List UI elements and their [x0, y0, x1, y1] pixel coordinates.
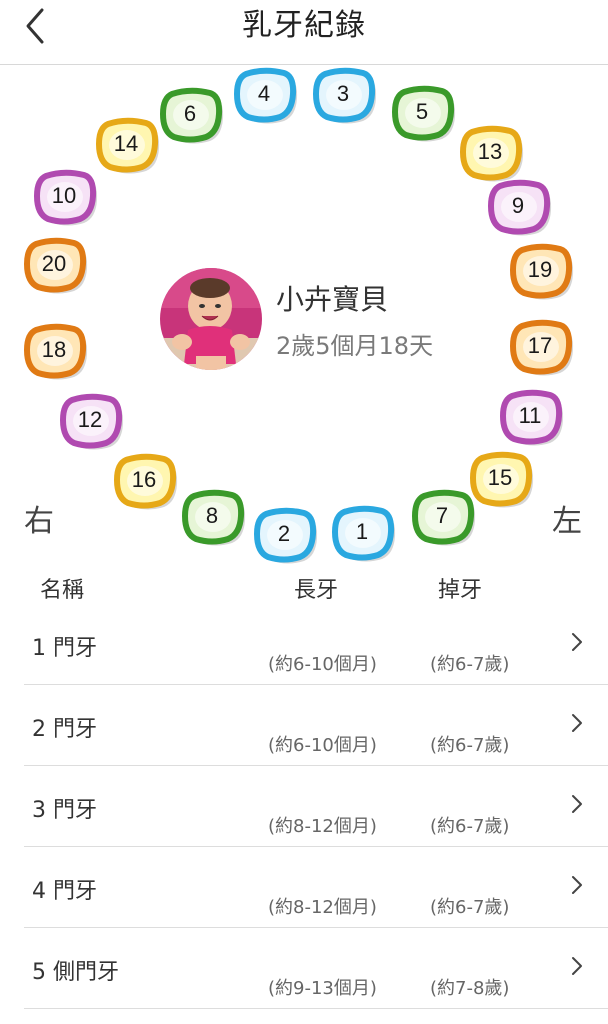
- tooth-number: 17: [527, 333, 553, 358]
- left-side-label: 左: [552, 504, 582, 539]
- page-title: 乳牙紀錄: [242, 8, 366, 43]
- tooth-11[interactable]: 11: [499, 389, 566, 448]
- loss-age: (約6-7歲): [430, 735, 510, 756]
- tooth-number: 11: [518, 403, 542, 428]
- growth-age: (約8-12個月): [268, 816, 377, 837]
- top-bar: 乳牙紀錄: [0, 0, 608, 65]
- tooth-18[interactable]: 18: [23, 323, 90, 382]
- list-item[interactable]: 1 門牙 (約6-10個月) (約6-7歲): [24, 604, 608, 685]
- tooth-number: 2: [277, 521, 291, 546]
- chevron-right-icon: [572, 795, 582, 813]
- loss-age: (約6-7歲): [430, 654, 510, 675]
- tooth-number: 16: [131, 467, 157, 492]
- tooth-17[interactable]: 17: [509, 319, 576, 378]
- baby-photo-icon: [160, 268, 262, 370]
- tooth-number: 7: [435, 503, 449, 528]
- tooth-5[interactable]: 5: [391, 85, 458, 144]
- tooth-number: 8: [205, 503, 219, 528]
- tooth-19[interactable]: 19: [509, 243, 576, 302]
- tooth-number: 10: [51, 183, 77, 208]
- tooth-14[interactable]: 14: [95, 117, 162, 176]
- chevron-right-icon: [572, 714, 582, 732]
- list-item[interactable]: 3 門牙 (約8-12個月) (約6-7歲): [24, 766, 608, 847]
- tooth-number: 15: [487, 465, 513, 490]
- tooth-name: 4 門牙: [32, 879, 97, 904]
- tooth-number: 4: [257, 81, 271, 106]
- tooth-12[interactable]: 12: [59, 393, 126, 452]
- tooth-20[interactable]: 20: [23, 237, 90, 296]
- tooth-name: 1 門牙: [32, 636, 97, 661]
- growth-age: (約9-13個月): [268, 978, 377, 999]
- tooth-9[interactable]: 9: [487, 179, 554, 238]
- list-item[interactable]: 2 門牙 (約6-10個月) (約6-7歲): [24, 685, 608, 766]
- list-item[interactable]: 4 門牙 (約8-12個月) (約6-7歲): [24, 847, 608, 928]
- tooth-name: 2 門牙: [32, 717, 97, 742]
- tooth-10[interactable]: 10: [33, 169, 100, 228]
- tooth-number: 5: [415, 99, 429, 124]
- tooth-7[interactable]: 7: [411, 489, 478, 548]
- tooth-16[interactable]: 16: [113, 453, 180, 512]
- teeth-chart: 右 左 小卉寶貝 2歲5個月18天 4 3 6 5 14 13 10 9 20 19 18 17 12 1…: [0, 64, 608, 564]
- tooth-number: 1: [355, 519, 369, 544]
- tooth-number: 14: [113, 131, 139, 156]
- tooth-name: 3 門牙: [32, 798, 97, 823]
- growth-age: (約8-12個月): [268, 897, 377, 918]
- tooth-number: 18: [41, 337, 67, 362]
- growth-age: (約6-10個月): [268, 735, 377, 756]
- tooth-3[interactable]: 3: [312, 67, 379, 126]
- teeth-list: 1 門牙 (約6-10個月) (約6-7歲) 2 門牙 (約6-10個月) (約…: [24, 604, 608, 1009]
- tooth-1[interactable]: 1: [331, 505, 398, 564]
- loss-age: (約6-7歲): [430, 816, 510, 837]
- column-lose-header: 掉牙: [438, 578, 483, 603]
- column-name-header: 名稱: [40, 578, 85, 603]
- baby-name: 小卉寶貝: [276, 283, 389, 316]
- tooth-15[interactable]: 15: [469, 451, 536, 510]
- chevron-right-icon: [572, 633, 582, 651]
- teeth-list-header: 名稱 長牙 掉牙: [0, 566, 608, 606]
- loss-age: (約6-7歲): [430, 897, 510, 918]
- tooth-number: 9: [511, 193, 525, 218]
- tooth-number: 19: [527, 257, 553, 282]
- list-item[interactable]: 5 側門牙 (約9-13個月) (約7-8歲): [24, 928, 608, 1009]
- column-grow-header: 長牙: [294, 578, 339, 603]
- tooth-number: 20: [41, 251, 67, 276]
- baby-avatar[interactable]: [160, 268, 262, 370]
- tooth-number: 3: [336, 81, 350, 106]
- growth-age: (約6-10個月): [268, 654, 377, 675]
- tooth-number: 12: [77, 407, 103, 432]
- chevron-right-icon: [572, 876, 582, 894]
- tooth-number: 6: [183, 101, 197, 126]
- right-side-label: 右: [24, 504, 54, 539]
- chevron-right-icon: [572, 957, 582, 975]
- loss-age: (約7-8歲): [430, 978, 510, 999]
- tooth-number: 13: [477, 139, 503, 164]
- baby-age: 2歲5個月18天: [276, 332, 434, 360]
- tooth-6[interactable]: 6: [159, 87, 226, 146]
- tooth-2[interactable]: 2: [253, 507, 320, 566]
- tooth-13[interactable]: 13: [459, 125, 526, 184]
- tooth-4[interactable]: 4: [233, 67, 300, 126]
- tooth-8[interactable]: 8: [181, 489, 248, 548]
- baby-teeth-page: 乳牙紀錄 右 左 小卉寶貝 2歲5個月18天 4 3 6 5 14 13 10 9 20 19 1: [0, 0, 608, 1024]
- tooth-name: 5 側門牙: [32, 960, 119, 985]
